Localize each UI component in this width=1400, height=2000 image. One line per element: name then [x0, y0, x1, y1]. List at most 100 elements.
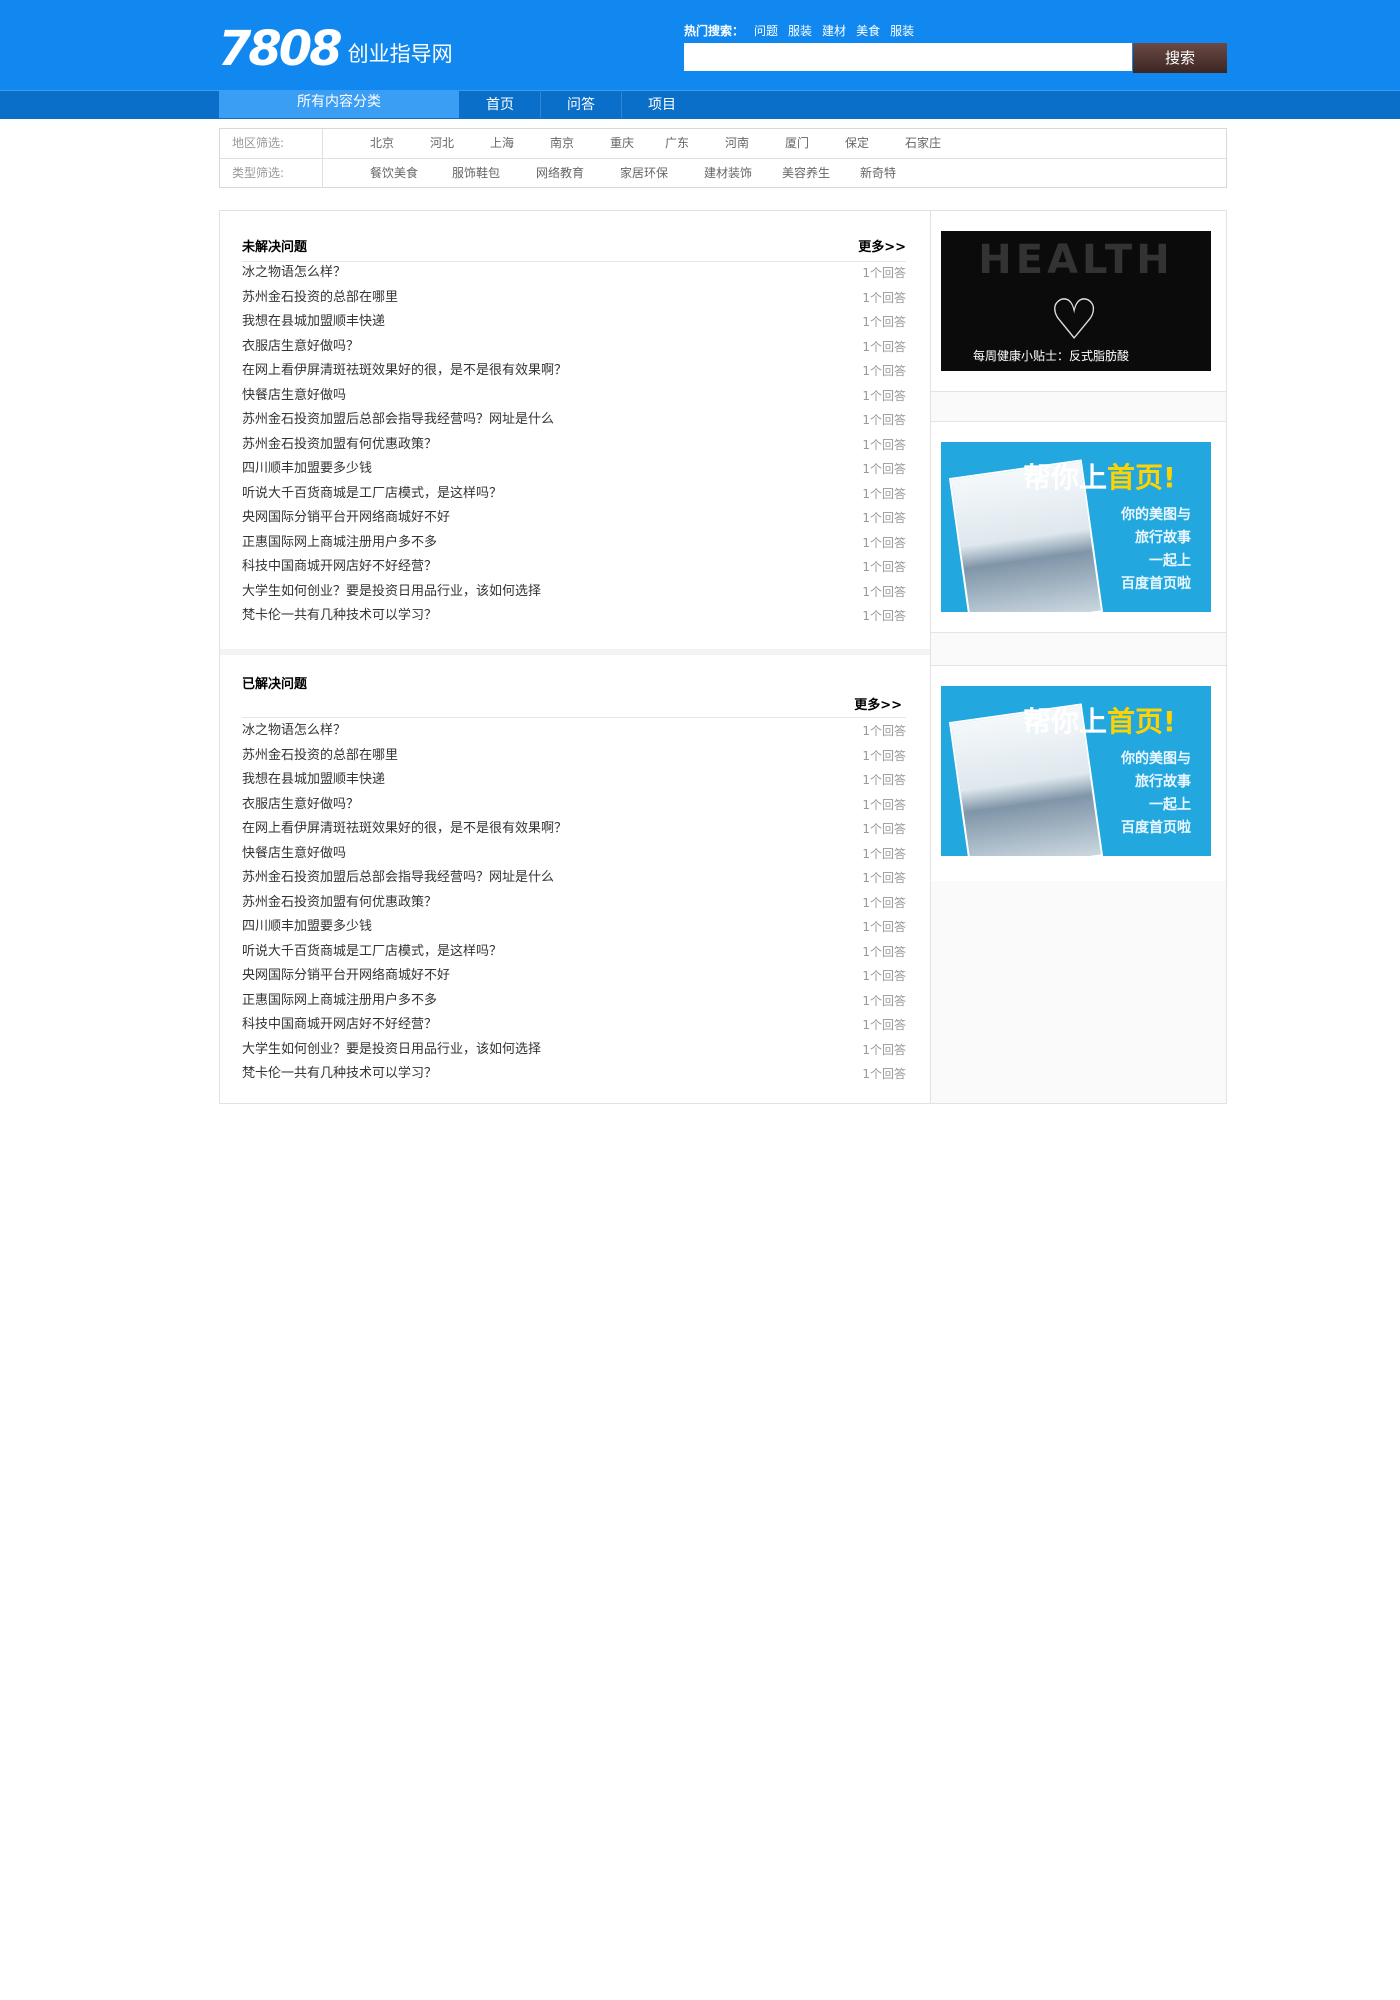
hot-search-link[interactable]: 建材: [822, 22, 846, 39]
list-item[interactable]: 苏州金石投资的总部在哪里 1个回答: [242, 744, 906, 769]
question-link[interactable]: 正惠国际网上商城注册用户多不多: [242, 989, 437, 1014]
list-item[interactable]: 正惠国际网上商城注册用户多不多 1个回答: [242, 989, 906, 1014]
unsolved-header: 未解决问题 更多>>: [242, 225, 906, 262]
list-item[interactable]: 大学生如何创业？要是投资日用品行业，该如何选择 1个回答: [242, 1038, 906, 1063]
hot-search-link[interactable]: 美食: [856, 22, 880, 39]
site-logo[interactable]: 7808 创业指导网: [218, 22, 453, 74]
type-link[interactable]: 美容养生: [782, 159, 860, 188]
region-link[interactable]: 石家庄: [905, 129, 965, 158]
solved-more-link[interactable]: 更多>>: [854, 694, 902, 713]
question-link[interactable]: 听说大千百货商城是工厂店模式，是这样吗？: [242, 482, 502, 507]
question-link[interactable]: 梵卡伦一共有几种技术可以学习？: [242, 604, 437, 629]
list-item[interactable]: 央网国际分销平台开网络商城好不好 1个回答: [242, 964, 906, 989]
type-link[interactable]: 家居环保: [620, 159, 704, 188]
region-link[interactable]: 北京: [370, 129, 430, 158]
question-link[interactable]: 快餐店生意好做吗: [242, 384, 346, 409]
list-item[interactable]: 苏州金石投资加盟有何优惠政策？ 1个回答: [242, 433, 906, 458]
question-link[interactable]: 央网国际分销平台开网络商城好不好: [242, 964, 450, 989]
question-link[interactable]: 我想在县城加盟顺丰快递: [242, 768, 385, 793]
question-link[interactable]: 苏州金石投资加盟有何优惠政策？: [242, 891, 437, 916]
list-item[interactable]: 梵卡伦一共有几种技术可以学习？ 1个回答: [242, 1062, 906, 1087]
region-link[interactable]: 河南: [725, 129, 785, 158]
ad-banner[interactable]: 帮你上首页! 你的美图与 旅行故事 一起上 百度首页啦: [941, 442, 1211, 612]
type-link[interactable]: 服饰鞋包: [452, 159, 536, 188]
list-item[interactable]: 我想在县城加盟顺丰快递 1个回答: [242, 768, 906, 793]
search-button[interactable]: 搜索: [1133, 43, 1227, 73]
list-item[interactable]: 梵卡伦一共有几种技术可以学习？ 1个回答: [242, 604, 906, 629]
list-item[interactable]: 科技中国商城开网店好不好经营？ 1个回答: [242, 1013, 906, 1038]
region-link[interactable]: 河北: [430, 129, 490, 158]
question-link[interactable]: 大学生如何创业？要是投资日用品行业，该如何选择: [242, 1038, 541, 1063]
list-item[interactable]: 听说大千百货商城是工厂店模式，是这样吗？ 1个回答: [242, 940, 906, 965]
list-item[interactable]: 央网国际分销平台开网络商城好不好 1个回答: [242, 506, 906, 531]
unsolved-more-link[interactable]: 更多>>: [858, 236, 906, 255]
list-item[interactable]: 苏州金石投资加盟有何优惠政策？ 1个回答: [242, 891, 906, 916]
question-link[interactable]: 快餐店生意好做吗: [242, 842, 346, 867]
list-item[interactable]: 苏州金石投资加盟后总部会指导我经营吗？网址是什么 1个回答: [242, 408, 906, 433]
question-link[interactable]: 四川顺丰加盟要多少钱: [242, 457, 372, 482]
hot-search-link[interactable]: 服装: [890, 22, 914, 39]
answer-count: 1个回答: [862, 315, 906, 329]
question-link[interactable]: 听说大千百货商城是工厂店模式，是这样吗？: [242, 940, 502, 965]
nav-projects[interactable]: 项目: [622, 90, 702, 118]
question-link[interactable]: 苏州金石投资加盟后总部会指导我经营吗？网址是什么: [242, 408, 554, 433]
health-banner[interactable]: HEALTH ♡ 每周健康小贴士：反式脂肪酸: [941, 231, 1211, 371]
type-link[interactable]: 新奇特: [860, 159, 930, 188]
list-item[interactable]: 在网上看伊屏清斑祛斑效果好的很，是不是很有效果啊？ 1个回答: [242, 359, 906, 384]
question-link[interactable]: 央网国际分销平台开网络商城好不好: [242, 506, 450, 531]
question-link[interactable]: 科技中国商城开网店好不好经营？: [242, 555, 437, 580]
question-link[interactable]: 在网上看伊屏清斑祛斑效果好的很，是不是很有效果啊？: [242, 359, 567, 384]
question-link[interactable]: 在网上看伊屏清斑祛斑效果好的很，是不是很有效果啊？: [242, 817, 567, 842]
hot-search-link[interactable]: 问题: [754, 22, 778, 39]
list-item[interactable]: 冰之物语怎么样？ 1个回答: [242, 261, 906, 286]
ad-banner[interactable]: 帮你上首页! 你的美图与 旅行故事 一起上 百度首页啦: [941, 686, 1211, 856]
nav-qa[interactable]: 问答: [541, 90, 622, 118]
list-item[interactable]: 大学生如何创业？要是投资日用品行业，该如何选择 1个回答: [242, 580, 906, 605]
list-item[interactable]: 快餐店生意好做吗 1个回答: [242, 842, 906, 867]
question-link[interactable]: 大学生如何创业？要是投资日用品行业，该如何选择: [242, 580, 541, 605]
region-link[interactable]: 保定: [845, 129, 905, 158]
list-item[interactable]: 我想在县城加盟顺丰快递 1个回答: [242, 310, 906, 335]
question-link[interactable]: 苏州金石投资加盟后总部会指导我经营吗？网址是什么: [242, 866, 554, 891]
question-link[interactable]: 正惠国际网上商城注册用户多不多: [242, 531, 437, 556]
question-link[interactable]: 科技中国商城开网店好不好经营？: [242, 1013, 437, 1038]
ad-line: 旅行故事: [1135, 774, 1191, 790]
region-link[interactable]: 南京: [550, 129, 610, 158]
list-item[interactable]: 听说大千百货商城是工厂店模式，是这样吗？ 1个回答: [242, 482, 906, 507]
list-item[interactable]: 快餐店生意好做吗 1个回答: [242, 384, 906, 409]
nav-home[interactable]: 首页: [460, 90, 541, 118]
question-link[interactable]: 冰之物语怎么样？: [242, 719, 346, 744]
list-item[interactable]: 冰之物语怎么样？ 1个回答: [242, 719, 906, 744]
list-item[interactable]: 在网上看伊屏清斑祛斑效果好的很，是不是很有效果啊？ 1个回答: [242, 817, 906, 842]
question-link[interactable]: 我想在县城加盟顺丰快递: [242, 310, 385, 335]
question-link[interactable]: 梵卡伦一共有几种技术可以学习？: [242, 1062, 437, 1087]
list-item[interactable]: 衣服店生意好做吗？ 1个回答: [242, 335, 906, 360]
list-item[interactable]: 苏州金石投资的总部在哪里 1个回答: [242, 286, 906, 311]
list-item[interactable]: 四川顺丰加盟要多少钱 1个回答: [242, 457, 906, 482]
list-item[interactable]: 衣服店生意好做吗？ 1个回答: [242, 793, 906, 818]
ad-lines: 你的美图与 旅行故事 一起上 百度首页啦: [1121, 748, 1191, 840]
hot-search-link[interactable]: 服装: [788, 22, 812, 39]
region-link[interactable]: 广东: [665, 129, 725, 158]
type-link[interactable]: 餐饮美食: [370, 159, 452, 188]
list-item[interactable]: 苏州金石投资加盟后总部会指导我经营吗？网址是什么 1个回答: [242, 866, 906, 891]
list-item[interactable]: 四川顺丰加盟要多少钱 1个回答: [242, 915, 906, 940]
question-link[interactable]: 苏州金石投资加盟有何优惠政策？: [242, 433, 437, 458]
question-link[interactable]: 衣服店生意好做吗？: [242, 793, 359, 818]
search-input[interactable]: [684, 43, 1132, 71]
region-link[interactable]: 厦门: [785, 129, 845, 158]
ad-line: 百度首页啦: [1121, 820, 1191, 836]
all-categories-tab[interactable]: 所有内容分类: [219, 90, 459, 118]
region-link[interactable]: 重庆: [610, 129, 665, 158]
region-link[interactable]: 上海: [490, 129, 550, 158]
question-link[interactable]: 衣服店生意好做吗？: [242, 335, 359, 360]
region-filter-label: 地区筛选:: [220, 129, 323, 158]
question-link[interactable]: 冰之物语怎么样？: [242, 261, 346, 286]
type-link[interactable]: 建材装饰: [704, 159, 782, 188]
list-item[interactable]: 科技中国商城开网店好不好经营？ 1个回答: [242, 555, 906, 580]
question-link[interactable]: 苏州金石投资的总部在哪里: [242, 744, 398, 769]
type-link[interactable]: 网络教育: [536, 159, 620, 188]
question-link[interactable]: 四川顺丰加盟要多少钱: [242, 915, 372, 940]
list-item[interactable]: 正惠国际网上商城注册用户多不多 1个回答: [242, 531, 906, 556]
question-link[interactable]: 苏州金石投资的总部在哪里: [242, 286, 398, 311]
